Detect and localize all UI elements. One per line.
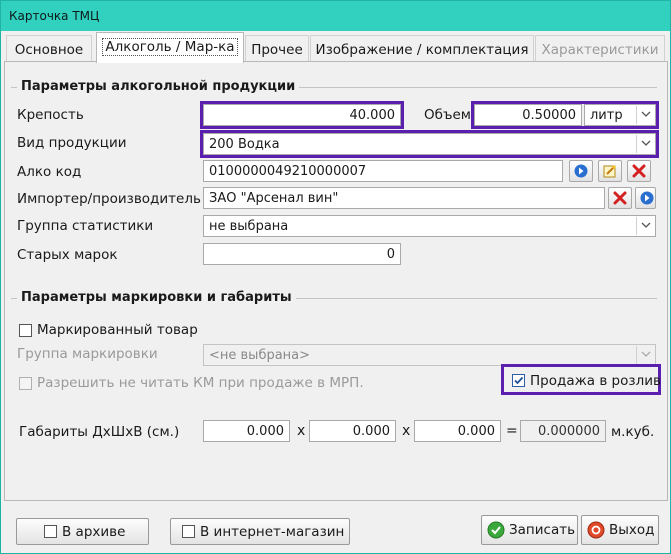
tab-bar: Основное Алкоголь / Мар-ка Прочее Изобра…	[4, 32, 668, 63]
times-sign: x	[402, 423, 411, 439]
strength-highlight	[200, 101, 404, 129]
cubic-meter-unit: м.куб.	[611, 424, 655, 440]
old-marks-label: Старых марок	[17, 247, 118, 263]
stat-group-select[interactable]: не выбрана	[203, 215, 656, 237]
allow-no-km-checkbox[interactable]	[19, 377, 32, 390]
stat-group-value: не выбрана	[209, 219, 289, 234]
save-button[interactable]: Записать	[481, 515, 578, 545]
item-card-window: Карточка ТМЦ Основное Алкоголь / Мар-ка …	[0, 0, 671, 554]
draft-sale-label: Продажа в розлив	[530, 373, 661, 389]
dimensions-label: Габариты ДхШхВ (см.)	[19, 424, 180, 440]
times-sign: x	[297, 423, 306, 439]
strength-label: Крепость	[17, 107, 84, 123]
delete-icon[interactable]	[608, 187, 632, 209]
chevron-down-icon[interactable]	[636, 346, 654, 364]
alco-code-input[interactable]: 0100000049210000007	[203, 160, 563, 182]
archive-button[interactable]: В архиве	[16, 518, 149, 545]
volume-label: Объем	[424, 107, 471, 123]
tab-panel: Параметры алкогольной продукции Крепость…	[4, 61, 668, 501]
arrow-right-icon[interactable]	[635, 187, 656, 209]
importer-label: Импортер/производитель	[17, 191, 201, 207]
volume-highlight	[471, 101, 659, 129]
stat-group-label: Группа статистики	[17, 218, 154, 234]
marking-group-label: Группа маркировки	[17, 346, 158, 362]
exit-icon	[587, 521, 605, 539]
volume-result: 0.000000	[520, 420, 606, 442]
check-circle-icon	[487, 521, 505, 539]
old-marks-input[interactable]: 0	[203, 243, 401, 265]
marking-section-title: Параметры маркировки и габариты	[17, 290, 296, 305]
tab-alcohol-marking[interactable]: Алкоголь / Мар-ка	[96, 32, 244, 63]
tab-other[interactable]: Прочее	[245, 35, 309, 62]
importer-input[interactable]: ЗАО "Арсенал вин"	[203, 187, 605, 209]
draft-sale-checkbox[interactable]	[512, 374, 525, 387]
product-type-highlight	[200, 130, 659, 158]
marked-item-checkbox[interactable]	[19, 324, 32, 337]
length-input[interactable]: 0.000	[203, 420, 290, 442]
marked-item-label: Маркированный товар	[37, 322, 198, 338]
tab-image-composition[interactable]: Изображение / комплектация	[310, 35, 534, 62]
arrow-right-icon[interactable]	[569, 160, 593, 182]
alco-code-label: Алко код	[17, 164, 82, 180]
width-input[interactable]: 0.000	[309, 420, 396, 442]
edit-note-icon[interactable]	[598, 160, 622, 182]
tab-main[interactable]: Основное	[6, 35, 92, 62]
tab-characteristics[interactable]: Характеристики	[535, 35, 665, 62]
window-title: Карточка ТМЦ	[1, 1, 670, 31]
marking-group-value: <не выбрана>	[209, 348, 311, 363]
delete-icon[interactable]	[627, 160, 651, 182]
exit-button[interactable]: Выход	[581, 515, 659, 545]
chevron-down-icon[interactable]	[636, 217, 654, 235]
height-input[interactable]: 0.000	[414, 420, 501, 442]
alcohol-section-title: Параметры алкогольной продукции	[17, 79, 300, 94]
allow-no-km-label: Разрешить не читать КМ при продаже в МРП…	[37, 375, 364, 391]
equals-sign: =	[506, 423, 518, 439]
product-type-label: Вид продукции	[17, 135, 127, 151]
online-shop-button[interactable]: В интернет-магазин	[170, 518, 350, 545]
marking-group-select[interactable]: <не выбрана>	[203, 344, 656, 366]
online-shop-checkbox[interactable]	[182, 525, 195, 538]
archive-checkbox[interactable]	[44, 525, 57, 538]
